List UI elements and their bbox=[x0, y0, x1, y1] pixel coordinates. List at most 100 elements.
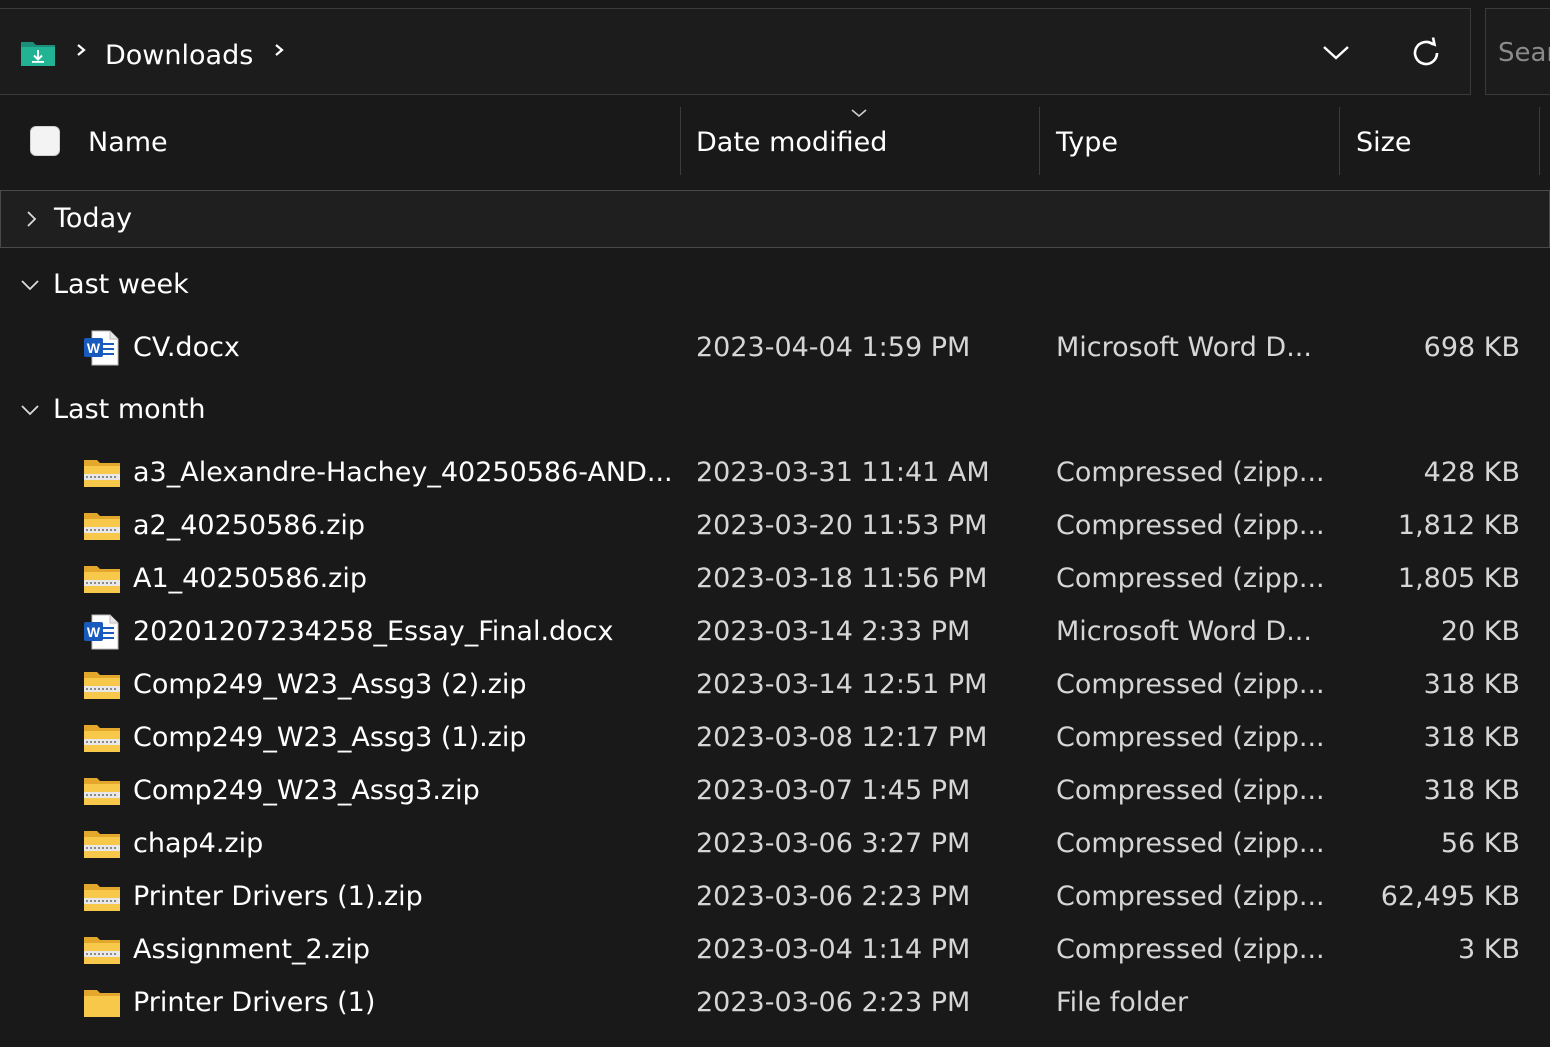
file-date-modified: 2023-03-31 11:41 AM bbox=[696, 457, 990, 488]
file-type: File folder bbox=[1056, 987, 1189, 1018]
address-bar[interactable]: Downloads bbox=[0, 8, 1471, 95]
file-size: 1,812 KB bbox=[1397, 510, 1520, 541]
file-name: 20201207234258_Essay_Final.docx bbox=[133, 616, 614, 647]
file-name: Comp249_W23_Assg3 (1).zip bbox=[133, 722, 527, 753]
file-type: Compressed (zipp... bbox=[1056, 828, 1325, 859]
sort-descending-icon bbox=[851, 109, 867, 118]
file-type: Compressed (zipp... bbox=[1056, 934, 1325, 965]
file-type: Compressed (zipp... bbox=[1056, 457, 1325, 488]
zip-folder-icon bbox=[82, 508, 122, 544]
file-date-modified: 2023-04-04 1:59 PM bbox=[696, 332, 971, 363]
group-header-today[interactable]: Today bbox=[0, 190, 1550, 248]
folder-icon bbox=[82, 985, 122, 1021]
file-size: 318 KB bbox=[1423, 775, 1520, 806]
file-row[interactable]: Comp249_W23_Assg3.zip 2023-03-07 1:45 PM C… bbox=[0, 765, 1550, 818]
zip-folder-icon bbox=[82, 932, 122, 968]
file-name: Comp249_W23_Assg3.zip bbox=[133, 775, 480, 806]
file-name: Printer Drivers (1).zip bbox=[133, 881, 423, 912]
breadcrumb-chevron-icon[interactable] bbox=[272, 38, 286, 62]
file-type: Compressed (zipp... bbox=[1056, 775, 1325, 806]
file-size: 698 KB bbox=[1423, 332, 1520, 363]
column-header-name-label: Name bbox=[88, 127, 168, 158]
file-row[interactable]: A1_40250586.zip 2023-03-18 11:56 PM Compre… bbox=[0, 553, 1550, 606]
file-size: 20 KB bbox=[1440, 616, 1520, 647]
file-name: Assignment_2.zip bbox=[133, 934, 371, 965]
file-name: Comp249_W23_Assg3 (2).zip bbox=[133, 669, 527, 700]
column-header-size[interactable]: Size bbox=[1340, 105, 1540, 177]
file-name: A1_40250586.zip bbox=[133, 563, 367, 594]
chevron-right-icon[interactable] bbox=[19, 207, 43, 231]
file-type: Microsoft Word D... bbox=[1056, 332, 1312, 363]
group-label: Last month bbox=[53, 394, 206, 425]
select-all-checkbox[interactable] bbox=[30, 126, 60, 156]
file-size: 318 KB bbox=[1423, 722, 1520, 753]
file-type: Compressed (zipp... bbox=[1056, 722, 1325, 753]
file-name: a3_Alexandre-Hachey_40250586-AND... bbox=[133, 457, 673, 488]
file-date-modified: 2023-03-14 12:51 PM bbox=[696, 669, 988, 700]
zip-folder-icon bbox=[82, 879, 122, 915]
file-row[interactable]: Assignment_2.zip 2023-03-04 1:14 PM Compre… bbox=[0, 924, 1550, 977]
group-header-last-week[interactable]: Last week bbox=[0, 257, 1550, 315]
downloads-folder-icon bbox=[21, 42, 55, 66]
file-size: 3 KB bbox=[1458, 934, 1520, 965]
column-header-size-label: Size bbox=[1356, 127, 1412, 158]
file-date-modified: 2023-03-20 11:53 PM bbox=[696, 510, 988, 541]
column-header-date-label: Date modified bbox=[696, 127, 888, 158]
file-row[interactable]: a3_Alexandre-Hachey_40250586-AND... 2023-… bbox=[0, 447, 1550, 500]
group-label: Last week bbox=[53, 269, 189, 300]
file-date-modified: 2023-03-06 3:27 PM bbox=[696, 828, 971, 859]
zip-folder-icon bbox=[82, 561, 122, 597]
file-row[interactable]: Printer Drivers (1).zip 2023-03-06 2:23 P… bbox=[0, 871, 1550, 924]
file-date-modified: 2023-03-07 1:45 PM bbox=[696, 775, 971, 806]
zip-folder-icon bbox=[82, 773, 122, 809]
refresh-icon[interactable] bbox=[1406, 33, 1446, 73]
file-row[interactable]: Printer Drivers (1) 2023-03-06 2:23 PM Fil… bbox=[0, 977, 1550, 1030]
column-header-type-label: Type bbox=[1056, 127, 1119, 158]
zip-folder-icon bbox=[82, 455, 122, 491]
file-size: 62,495 KB bbox=[1380, 881, 1520, 912]
file-row[interactable]: a2_40250586.zip 2023-03-20 11:53 PM Compre… bbox=[0, 500, 1550, 553]
file-date-modified: 2023-03-08 12:17 PM bbox=[696, 722, 988, 753]
column-divider[interactable] bbox=[1539, 107, 1540, 175]
file-size: 318 KB bbox=[1423, 669, 1520, 700]
zip-folder-icon bbox=[82, 826, 122, 862]
file-row[interactable]: W CV.docx 2023-04-04 1:59 PM Microsoft Word… bbox=[0, 322, 1550, 375]
file-row[interactable]: Comp249_W23_Assg3 (2).zip 2023-03-14 12:5… bbox=[0, 659, 1550, 712]
file-row[interactable]: chap4.zip 2023-03-06 3:27 PM Compressed (z… bbox=[0, 818, 1550, 871]
file-size: 428 KB bbox=[1423, 457, 1520, 488]
file-row[interactable]: Comp249_W23_Assg3 (1).zip 2023-03-08 12:1… bbox=[0, 712, 1550, 765]
file-name: Printer Drivers (1) bbox=[133, 987, 376, 1018]
column-header-name[interactable]: Name bbox=[75, 105, 680, 177]
file-type: Compressed (zipp... bbox=[1056, 563, 1325, 594]
group-label: Today bbox=[54, 203, 133, 234]
file-type: Compressed (zipp... bbox=[1056, 510, 1325, 541]
file-size: 56 KB bbox=[1440, 828, 1520, 859]
chevron-down-icon[interactable] bbox=[18, 273, 42, 297]
chevron-down-icon[interactable] bbox=[18, 398, 42, 422]
search-input[interactable] bbox=[1498, 37, 1550, 69]
svg-text:W: W bbox=[87, 340, 101, 356]
column-header-row: Name Date modified Type Size bbox=[0, 105, 1550, 177]
search-box[interactable] bbox=[1485, 8, 1550, 95]
zip-folder-icon bbox=[82, 720, 122, 756]
svg-text:W: W bbox=[87, 624, 101, 640]
recent-locations-chevron-down-icon[interactable] bbox=[1318, 37, 1354, 67]
file-date-modified: 2023-03-06 2:23 PM bbox=[696, 881, 971, 912]
group-header-last-month[interactable]: Last month bbox=[0, 382, 1550, 440]
file-date-modified: 2023-03-18 11:56 PM bbox=[696, 563, 988, 594]
file-name: a2_40250586.zip bbox=[133, 510, 366, 541]
file-type: Microsoft Word D... bbox=[1056, 616, 1312, 647]
file-date-modified: 2023-03-14 2:33 PM bbox=[696, 616, 971, 647]
word-doc-icon: W bbox=[82, 614, 122, 650]
zip-folder-icon bbox=[82, 667, 122, 703]
file-date-modified: 2023-03-04 1:14 PM bbox=[696, 934, 971, 965]
breadcrumb-downloads[interactable]: Downloads bbox=[105, 40, 253, 71]
column-header-type[interactable]: Type bbox=[1040, 105, 1340, 177]
word-doc-icon: W bbox=[82, 330, 122, 366]
file-row[interactable]: W 20201207234258_Essay_Final.docx 2023-03-… bbox=[0, 606, 1550, 659]
file-name: CV.docx bbox=[133, 332, 240, 363]
file-date-modified: 2023-03-06 2:23 PM bbox=[696, 987, 971, 1018]
file-name: chap4.zip bbox=[133, 828, 264, 859]
breadcrumb-chevron-icon[interactable] bbox=[74, 38, 88, 62]
file-type: Compressed (zipp... bbox=[1056, 669, 1325, 700]
